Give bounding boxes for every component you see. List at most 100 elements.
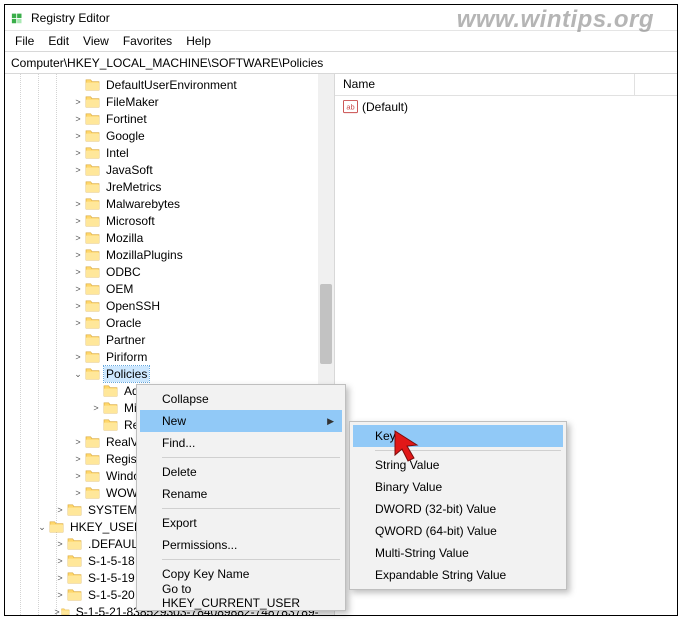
menu-edit[interactable]: Edit [42,32,75,50]
tree-node-label: Intel [104,145,131,161]
tree-node[interactable]: > JavaSoft [11,161,334,178]
folder-icon [85,197,100,210]
chevron-right-icon[interactable]: > [71,230,85,246]
tree-node[interactable]: > Fortinet [11,110,334,127]
tree-node-label: S-1-5-20 [86,587,137,603]
ctx-find[interactable]: Find... [140,432,342,454]
list-item[interactable]: ab (Default) [335,98,677,116]
context-menu-separator [162,508,340,509]
ctx-new[interactable]: New▶ [140,410,342,432]
folder-icon [61,605,70,615]
folder-icon [103,401,118,414]
tree-node[interactable]: >Oracle [11,314,334,331]
chevron-right-icon[interactable]: > [53,604,61,616]
chevron-right-icon[interactable]: > [71,349,85,365]
folder-icon [85,299,100,312]
tree-node-label: OEM [104,281,135,297]
chevron-right-icon[interactable]: > [71,434,85,450]
ctx-collapse[interactable]: Collapse [140,388,342,410]
svg-text:ab: ab [346,102,354,111]
chevron-right-icon[interactable]: > [71,298,85,314]
folder-icon [85,452,100,465]
tree-node-label: Google [104,128,147,144]
tree-node[interactable]: > OEM [11,280,334,297]
tree-node[interactable]: ⌄Policies [11,365,334,382]
tree-node[interactable]: >FileMaker [11,93,334,110]
folder-icon [85,469,100,482]
context-menu-separator [162,559,340,560]
chevron-right-icon[interactable]: > [71,128,85,144]
menu-help[interactable]: Help [180,32,217,50]
chevron-right-icon[interactable]: > [71,196,85,212]
chevron-right-icon[interactable]: > [53,502,67,518]
tree-node-label: S-1-5-19 [86,570,137,586]
tree-node[interactable]: >Piriform [11,348,334,365]
folder-icon [85,180,100,193]
menu-view[interactable]: View [77,32,115,50]
chevron-right-icon[interactable]: > [71,94,85,110]
chevron-right-icon[interactable]: > [53,553,67,569]
address-bar[interactable]: Computer\HKEY_LOCAL_MACHINE\SOFTWARE\Pol… [5,52,677,74]
folder-icon [85,112,100,125]
tree-node-label: Fortinet [104,111,149,127]
menu-favorites[interactable]: Favorites [117,32,178,50]
chevron-right-icon[interactable]: > [53,587,67,603]
tree-node[interactable]: DefaultUserEnvironment [11,76,334,93]
tree-node[interactable]: > Google [11,127,334,144]
chevron-right-icon[interactable]: > [71,264,85,280]
chevron-right-icon[interactable]: > [53,536,67,552]
chevron-right-icon[interactable]: > [53,570,67,586]
ctx-new-multi-string[interactable]: Multi-String Value [353,542,563,564]
ctx-new-binary[interactable]: Binary Value [353,476,563,498]
chevron-right-icon[interactable]: > [71,451,85,467]
menu-file[interactable]: File [9,32,40,50]
string-value-icon: ab [343,100,358,114]
chevron-right-icon[interactable]: > [71,247,85,263]
folder-icon [85,214,100,227]
tree-node[interactable]: >Malwarebytes [11,195,334,212]
tree-scroll-thumb[interactable] [320,284,332,364]
chevron-right-icon[interactable]: > [89,400,103,416]
ctx-new-key[interactable]: Key [353,425,563,447]
tree-node[interactable]: >ODBC [11,263,334,280]
tree-node[interactable]: JreMetrics [11,178,334,195]
title-bar: Registry Editor [5,5,677,31]
chevron-right-icon[interactable]: > [71,468,85,484]
chevron-down-icon[interactable]: ⌄ [71,366,85,382]
ctx-goto-hkcu[interactable]: Go to HKEY_CURRENT_USER [140,585,342,607]
ctx-export[interactable]: Export [140,512,342,534]
tree-node-label: SYSTEM [86,502,139,518]
folder-icon [85,248,100,261]
folder-icon [85,231,100,244]
ctx-delete[interactable]: Delete [140,461,342,483]
ctx-new-string[interactable]: String Value [353,454,563,476]
tree-node-label: JavaSoft [104,162,155,178]
chevron-down-icon[interactable]: ⌄ [35,519,49,535]
ctx-permissions[interactable]: Permissions... [140,534,342,556]
chevron-right-icon[interactable]: > [71,213,85,229]
tree-node-label: DefaultUserEnvironment [104,77,239,93]
chevron-right-icon[interactable]: > [71,145,85,161]
folder-icon [85,350,100,363]
tree-node[interactable]: Partner [11,331,334,348]
tree-node[interactable]: >Mozilla [11,229,334,246]
chevron-right-icon[interactable]: > [71,315,85,331]
app-icon [11,11,25,25]
chevron-right-icon[interactable]: > [71,162,85,178]
context-menu-key: Collapse New▶ Find... Delete Rename Expo… [136,384,346,611]
ctx-new-dword[interactable]: DWORD (32-bit) Value [353,498,563,520]
address-text: Computer\HKEY_LOCAL_MACHINE\SOFTWARE\Pol… [11,56,323,70]
chevron-right-icon[interactable]: > [71,281,85,297]
ctx-new-expandable-string[interactable]: Expandable String Value [353,564,563,586]
folder-icon [85,333,100,346]
tree-node[interactable]: >MozillaPlugins [11,246,334,263]
chevron-right-icon[interactable]: > [71,485,85,501]
tree-node-label: OpenSSH [104,298,162,314]
ctx-rename[interactable]: Rename [140,483,342,505]
tree-node[interactable]: >Microsoft [11,212,334,229]
ctx-new-qword[interactable]: QWORD (64-bit) Value [353,520,563,542]
tree-node[interactable]: > OpenSSH [11,297,334,314]
tree-node[interactable]: > Intel [11,144,334,161]
column-name[interactable]: Name [335,74,635,95]
chevron-right-icon[interactable]: > [71,111,85,127]
